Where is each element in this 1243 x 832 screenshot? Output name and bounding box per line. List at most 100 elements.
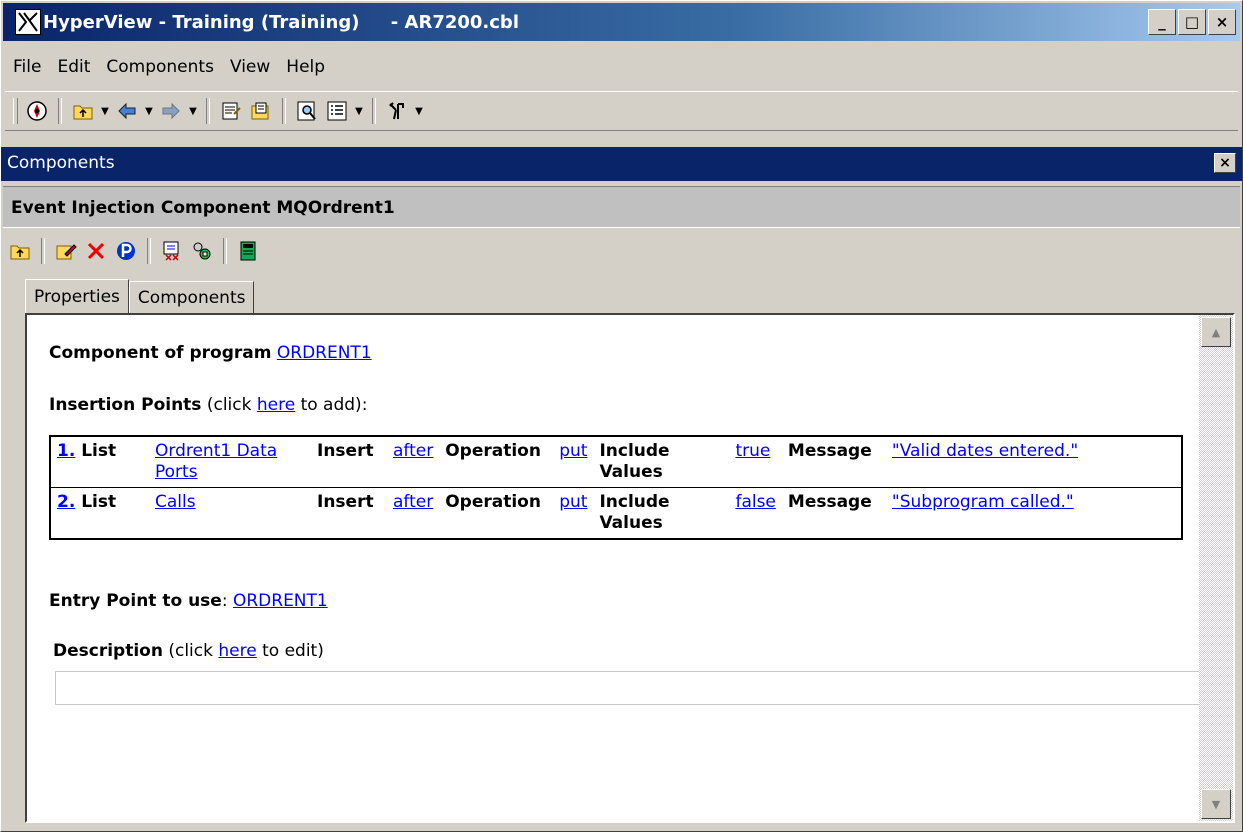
menu-edit[interactable]: Edit bbox=[49, 55, 98, 85]
navigate-button[interactable] bbox=[22, 96, 52, 126]
properties-button[interactable] bbox=[216, 96, 246, 126]
forward-dropdown[interactable]: ▼ bbox=[186, 96, 200, 126]
row-number-link[interactable]: 2. bbox=[57, 492, 75, 512]
edit-pencil-icon bbox=[56, 244, 77, 260]
forward-button[interactable] bbox=[156, 96, 186, 126]
insertion-post-text: to add): bbox=[295, 395, 368, 415]
menu-help[interactable]: Help bbox=[278, 55, 333, 85]
vertical-scrollbar[interactable]: ▲ ▼ bbox=[1199, 315, 1233, 821]
hyperview-app-icon[interactable] bbox=[15, 9, 41, 35]
search-button[interactable] bbox=[292, 96, 322, 126]
up-folder-button[interactable] bbox=[68, 96, 98, 126]
description-box bbox=[55, 671, 1199, 705]
list-view-button[interactable] bbox=[322, 96, 352, 126]
table-row: 2. List Calls Insert after Operation put… bbox=[50, 487, 1182, 539]
chevron-down-icon: ▼ bbox=[1211, 797, 1221, 811]
operation-value-link[interactable]: put bbox=[559, 441, 587, 461]
menu-components[interactable]: Components bbox=[98, 55, 222, 85]
insertion-points-table: 1. List Ordrent1 Data Ports Insert after… bbox=[49, 435, 1183, 540]
p-circle-icon bbox=[117, 242, 135, 260]
close-button[interactable]: × bbox=[1208, 9, 1236, 35]
component-toolbar bbox=[5, 233, 263, 269]
component-of-row: Component of program ORDRENT1 bbox=[49, 343, 372, 363]
message-label: Message bbox=[787, 492, 872, 512]
add-insertion-link[interactable]: here bbox=[257, 395, 295, 415]
component-up-button[interactable] bbox=[5, 236, 35, 266]
tab-components[interactable]: Components bbox=[128, 281, 255, 313]
description-post-text: to edit) bbox=[256, 641, 324, 661]
gears-icon bbox=[193, 242, 211, 260]
toolbar-separator bbox=[282, 98, 286, 124]
message-value-link[interactable]: "Valid dates entered." bbox=[892, 441, 1078, 461]
edit-source-button[interactable] bbox=[246, 96, 276, 126]
delete-x-icon bbox=[87, 242, 105, 260]
list-view-dropdown[interactable]: ▼ bbox=[352, 96, 366, 126]
toolbar-separator bbox=[372, 98, 376, 124]
include-values-label: Include Values bbox=[599, 441, 670, 482]
back-button[interactable] bbox=[112, 96, 142, 126]
description-heading: Description (click here to edit) bbox=[53, 641, 324, 661]
folder-up-icon bbox=[10, 245, 30, 260]
components-panel-header: Components × bbox=[1, 147, 1242, 181]
list-value-link[interactable]: Ordrent1 Data Ports bbox=[155, 441, 277, 482]
tools-dropdown[interactable]: ▼ bbox=[412, 96, 426, 126]
component-title-bar: Event Injection Component MQOrdrent1 bbox=[3, 186, 1240, 228]
app-window: HyperView - Training (Training) - AR7200… bbox=[0, 0, 1243, 832]
panel-close-button[interactable]: × bbox=[1214, 153, 1236, 173]
maximize-button[interactable]: □ bbox=[1178, 9, 1206, 35]
operation-value-link[interactable]: put bbox=[559, 492, 587, 512]
entry-point-colon: : bbox=[221, 591, 233, 611]
insertion-points-label: Insertion Points bbox=[49, 395, 202, 415]
edit-document-icon bbox=[251, 102, 269, 120]
scroll-down-button[interactable]: ▼ bbox=[1201, 789, 1231, 819]
title-bar[interactable]: HyperView - Training (Training) - AR7200… bbox=[3, 3, 1240, 41]
edit-description-link[interactable]: here bbox=[218, 641, 256, 661]
toolbar-separator bbox=[58, 98, 62, 124]
list-view-icon bbox=[327, 101, 347, 121]
compass-icon bbox=[27, 101, 47, 121]
program-link[interactable]: ORDRENT1 bbox=[277, 343, 372, 363]
message-value-link[interactable]: "Subprogram called." bbox=[892, 492, 1074, 512]
back-dropdown[interactable]: ▼ bbox=[142, 96, 156, 126]
tab-properties[interactable]: Properties bbox=[25, 279, 129, 313]
minimize-button[interactable]: _ bbox=[1148, 9, 1176, 35]
arrow-left-icon bbox=[118, 102, 136, 120]
row-number-link[interactable]: 1. bbox=[57, 441, 75, 461]
delete-component-button[interactable] bbox=[81, 236, 111, 266]
insert-value-link[interactable]: after bbox=[393, 441, 433, 461]
book-button[interactable] bbox=[233, 236, 263, 266]
menu-file[interactable]: File bbox=[5, 55, 49, 85]
toolbar-separator bbox=[41, 238, 45, 264]
search-icon bbox=[297, 101, 316, 121]
up-folder-dropdown[interactable]: ▼ bbox=[98, 96, 112, 126]
publish-button[interactable] bbox=[111, 236, 141, 266]
toolbar-separator bbox=[147, 238, 151, 264]
main-toolbar: ▼ ▼ ▼ ▼ ▼ bbox=[5, 91, 1238, 131]
list-value-link[interactable]: Calls bbox=[155, 492, 196, 512]
component-title: Event Injection Component MQOrdrent1 bbox=[11, 198, 395, 218]
insertion-pre-text: (click bbox=[201, 395, 257, 415]
toolbar-grip[interactable] bbox=[13, 98, 18, 124]
panel-title: Components bbox=[7, 153, 115, 173]
include-values-label: Include Values bbox=[599, 492, 670, 533]
menu-bar: File Edit Components View Help bbox=[5, 55, 333, 85]
entry-point-label: Entry Point to use bbox=[49, 591, 222, 611]
toolbar-separator bbox=[223, 238, 227, 264]
scroll-up-button[interactable]: ▲ bbox=[1201, 317, 1231, 347]
generate-button[interactable] bbox=[157, 236, 187, 266]
insert-value-link[interactable]: after bbox=[393, 492, 433, 512]
list-label: List bbox=[81, 492, 117, 512]
edit-component-button[interactable] bbox=[51, 236, 81, 266]
operation-label: Operation bbox=[445, 492, 541, 512]
menu-view[interactable]: View bbox=[222, 55, 278, 85]
tools-button[interactable] bbox=[382, 96, 412, 126]
include-values-link[interactable]: true bbox=[735, 441, 770, 461]
toolbar-separator bbox=[206, 98, 210, 124]
folder-up-icon bbox=[73, 105, 93, 120]
description-label: Description bbox=[53, 641, 163, 661]
entry-point-link[interactable]: ORDRENT1 bbox=[233, 591, 328, 611]
insertion-points-heading: Insertion Points (click here to add): bbox=[49, 395, 367, 415]
include-values-link[interactable]: false bbox=[735, 492, 775, 512]
configure-button[interactable] bbox=[187, 236, 217, 266]
component-of-label: Component of program bbox=[49, 343, 272, 363]
